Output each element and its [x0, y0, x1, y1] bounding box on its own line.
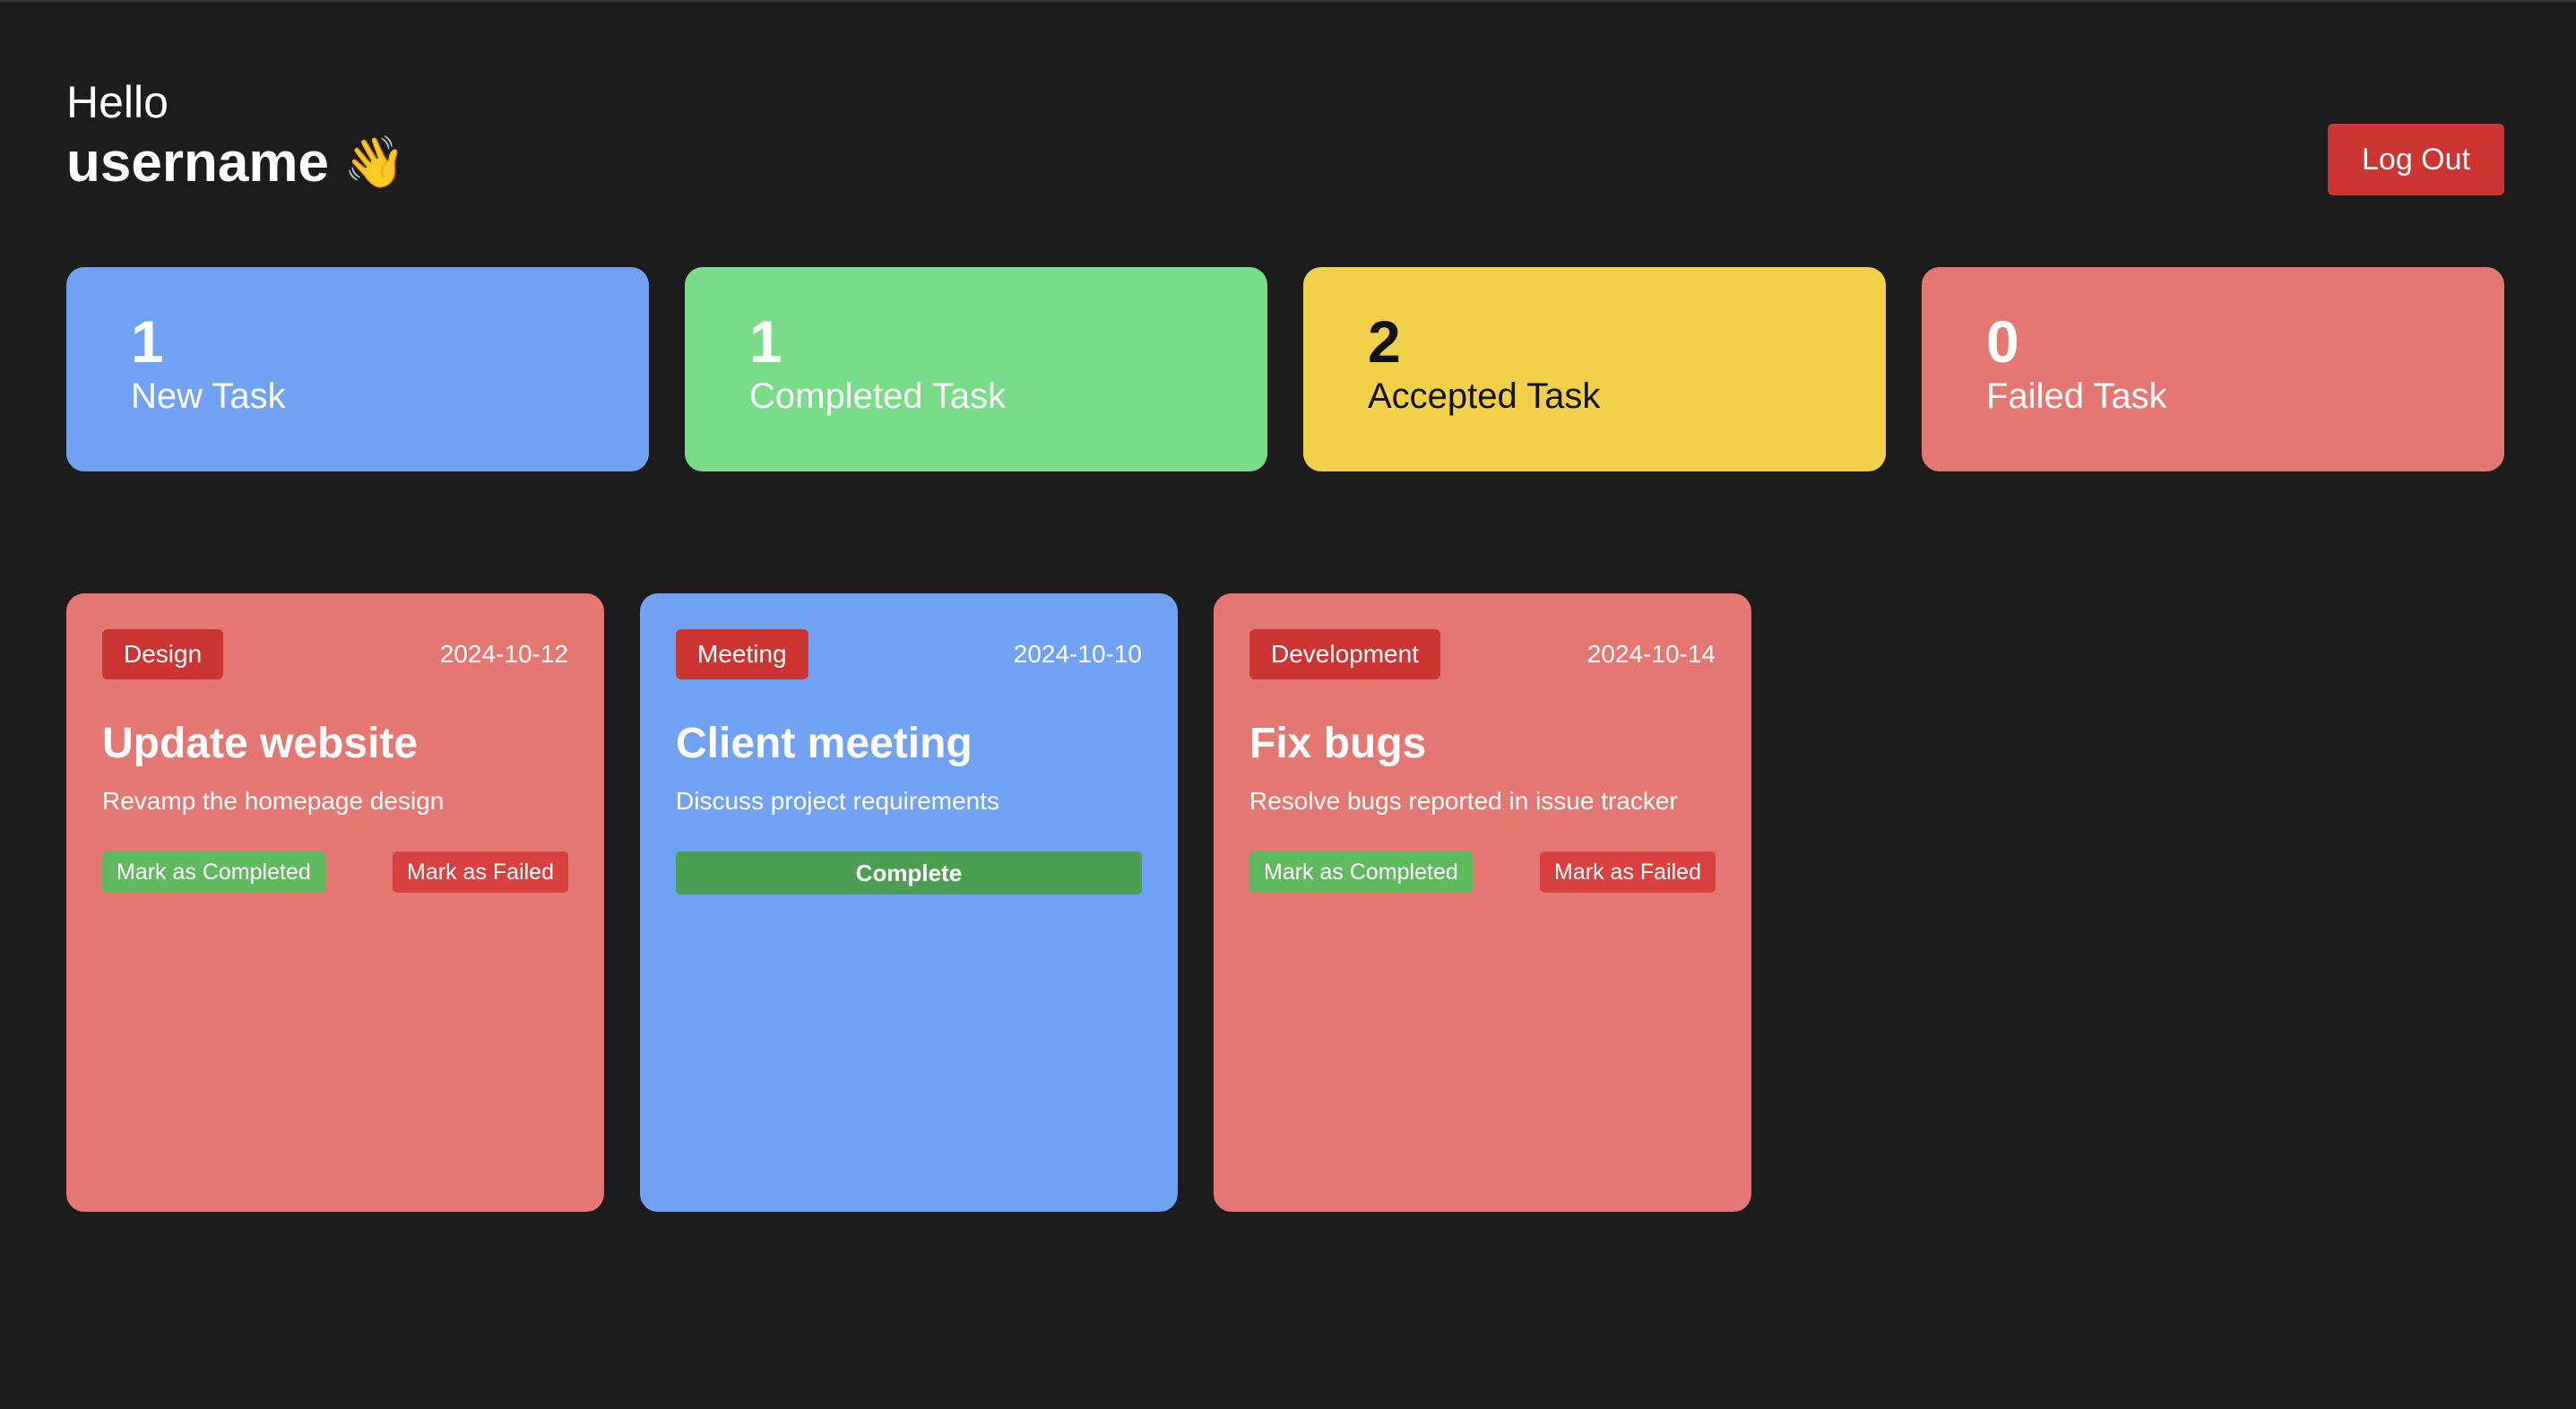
mark-completed-button[interactable]: Mark as Completed: [1249, 851, 1473, 893]
task-actions: Mark as Completed Mark as Failed: [1249, 851, 1716, 893]
stat-failed-task: 0 Failed Task: [1922, 267, 2504, 471]
task-date: 2024-10-14: [1586, 640, 1716, 668]
logout-button[interactable]: Log Out: [2328, 124, 2504, 195]
mark-failed-button[interactable]: Mark as Failed: [1540, 851, 1716, 893]
stat-completed-task: 1 Completed Task: [685, 267, 1267, 471]
task-date: 2024-10-10: [1013, 640, 1142, 668]
stat-count: 0: [1986, 308, 2019, 375]
task-card-header: Meeting 2024-10-10: [676, 629, 1142, 679]
task-card-header: Design 2024-10-12: [102, 629, 568, 679]
task-card: Meeting 2024-10-10 Client meeting Discus…: [640, 593, 1178, 1212]
stat-new-task: 1 New Task: [66, 267, 649, 471]
greeting-text: Hello: [66, 77, 169, 127]
mark-failed-button[interactable]: Mark as Failed: [393, 851, 568, 893]
stat-label: New Task: [131, 376, 286, 416]
complete-button[interactable]: Complete: [676, 851, 1142, 895]
greeting-header: Hello username 👋: [66, 75, 406, 197]
stat-count: 1: [131, 308, 164, 375]
stat-label: Accepted Task: [1368, 376, 1601, 416]
task-title: Client meeting: [676, 720, 972, 767]
task-card-header: Development 2024-10-14: [1249, 629, 1716, 679]
task-card: Design 2024-10-12 Update website Revamp …: [66, 593, 604, 1212]
task-description: Revamp the homepage design: [102, 787, 445, 815]
task-description: Discuss project requirements: [676, 787, 1000, 815]
category-badge: Meeting: [676, 629, 808, 679]
username-row: username 👋: [66, 129, 406, 197]
stat-accepted-task: 2 Accepted Task: [1303, 267, 1886, 471]
task-actions: Mark as Completed Mark as Failed: [102, 851, 568, 893]
task-stats: 1 New Task 1 Completed Task 2 Accepted T…: [66, 267, 2504, 471]
category-badge: Development: [1249, 629, 1440, 679]
task-description: Resolve bugs reported in issue tracker: [1249, 787, 1678, 815]
top-border: [0, 0, 2576, 2]
task-title: Update website: [102, 720, 419, 767]
wave-icon: 👋: [342, 134, 406, 192]
task-title: Fix bugs: [1249, 720, 1427, 767]
task-card: Development 2024-10-14 Fix bugs Resolve …: [1214, 593, 1751, 1212]
stat-count: 2: [1368, 308, 1401, 375]
mark-completed-button[interactable]: Mark as Completed: [102, 851, 325, 893]
task-list: Design 2024-10-12 Update website Revamp …: [66, 593, 1751, 1212]
stat-label: Failed Task: [1986, 376, 2167, 416]
task-date: 2024-10-12: [439, 640, 568, 668]
username: username: [66, 132, 329, 194]
stat-label: Completed Task: [749, 376, 1007, 416]
category-badge: Design: [102, 629, 224, 679]
stat-count: 1: [749, 308, 782, 375]
